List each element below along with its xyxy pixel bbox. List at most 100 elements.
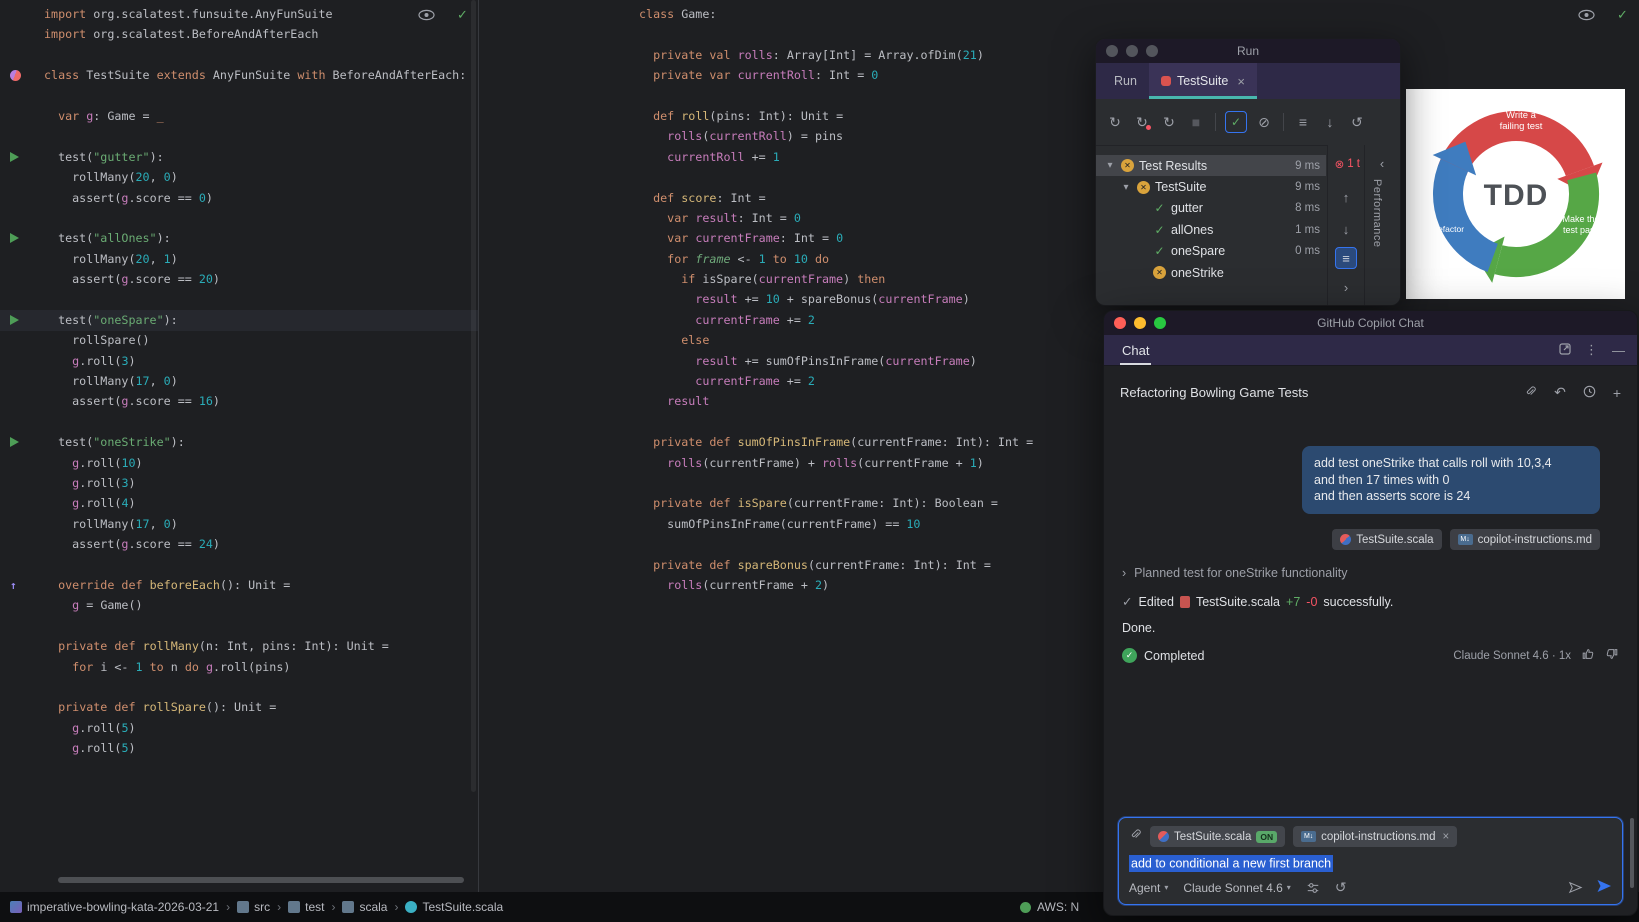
tab-chat[interactable]: Chat: [1120, 335, 1151, 365]
code-line[interactable]: assert(g.score == 16): [44, 391, 466, 411]
attach-icon[interactable]: [1524, 385, 1537, 401]
hide-window-icon[interactable]: —: [1612, 343, 1625, 358]
code-line[interactable]: if isSpare(currentFrame) then: [639, 269, 1033, 289]
context-chip[interactable]: TestSuite.scala: [1332, 529, 1442, 550]
run-test-icon[interactable]: [10, 233, 19, 244]
collapse-strip-icon[interactable]: ‹: [1372, 153, 1392, 173]
test-tree-row[interactable]: ✓ allOnes 1 ms: [1096, 219, 1326, 240]
maximize-window-icon[interactable]: [1154, 317, 1166, 329]
stop-icon[interactable]: ■: [1186, 112, 1206, 132]
input-context-chip[interactable]: M↓ copilot-instructions.md ×: [1293, 826, 1458, 847]
inspections-ok-icon[interactable]: ✓: [457, 7, 468, 23]
sort-tests-icon[interactable]: ≡: [1293, 112, 1313, 132]
code-line[interactable]: rolls(currentRoll) = pins: [639, 126, 1033, 146]
code-line[interactable]: def score: Int =: [639, 188, 1033, 208]
edited-file-row[interactable]: ✓ Edited TestSuite.scala +7 -0 successfu…: [1122, 594, 1393, 610]
forward-icon[interactable]: [1568, 880, 1583, 895]
code-line[interactable]: var currentFrame: Int = 0: [639, 228, 1033, 248]
model-selector[interactable]: Claude Sonnet 4.6 ▾: [1183, 881, 1290, 895]
remove-chip-icon[interactable]: ×: [1443, 831, 1450, 843]
request-history-icon[interactable]: ↺: [1335, 879, 1347, 896]
history-icon[interactable]: [1583, 385, 1596, 401]
context-chip[interactable]: M↓ copilot-instructions.md: [1449, 529, 1600, 550]
show-ignored-icon[interactable]: ⊘: [1254, 112, 1274, 132]
code-line[interactable]: result += sumOfPinsInFrame(currentFrame): [639, 351, 1033, 371]
code-line[interactable]: g.roll(10): [44, 453, 466, 473]
reader-mode-icon[interactable]: [1578, 9, 1595, 21]
more-options-icon[interactable]: ⋮: [1585, 342, 1598, 358]
code-line[interactable]: [639, 167, 1033, 187]
chat-scrollbar[interactable]: [1630, 818, 1634, 888]
run-test-icon[interactable]: [10, 315, 19, 325]
code-line[interactable]: currentFrame += 2: [639, 371, 1033, 391]
code-line[interactable]: [44, 126, 466, 146]
expand-strip-icon[interactable]: ›: [1336, 277, 1356, 297]
thumbs-up-icon[interactable]: [1581, 647, 1595, 664]
code-line[interactable]: [639, 412, 1033, 432]
show-passed-icon[interactable]: ✓: [1225, 111, 1247, 133]
code-line[interactable]: [639, 86, 1033, 106]
override-marker-icon[interactable]: ↑: [10, 580, 21, 591]
code-line[interactable]: private def isSpare(currentFrame: Int): …: [639, 493, 1033, 513]
code-line[interactable]: def roll(pins: Int): Unit =: [639, 106, 1033, 126]
code-line[interactable]: [44, 208, 466, 228]
editor-pane-testsuite[interactable]: ↑ import org.scalatest.funsuite.AnyFunSu…: [0, 0, 479, 892]
code-line[interactable]: test("gutter"):: [44, 147, 466, 167]
run-test-icon[interactable]: [10, 437, 19, 448]
code-line[interactable]: class TestSuite extends AnyFunSuite with…: [44, 65, 466, 85]
close-window-icon[interactable]: [1106, 45, 1118, 57]
code-line[interactable]: else: [639, 330, 1033, 350]
rerun-failed-tests-icon[interactable]: ↻: [1132, 112, 1152, 132]
run-test-icon[interactable]: [10, 151, 19, 162]
code-line[interactable]: [44, 616, 466, 636]
test-tree-row[interactable]: ▾ ✕ Test Results 9 ms: [1096, 155, 1326, 177]
open-in-editor-icon[interactable]: [1559, 342, 1571, 358]
close-window-icon[interactable]: [1114, 317, 1126, 329]
toggle-auto-test-icon[interactable]: ↻: [1159, 112, 1179, 132]
chat-window-titlebar[interactable]: GitHub Copilot Chat: [1104, 311, 1637, 335]
code-line[interactable]: private def rollSpare(): Unit =: [44, 697, 466, 717]
scroll-down-icon[interactable]: ↓: [1336, 219, 1356, 239]
code-line[interactable]: [44, 412, 466, 432]
test-tree-row[interactable]: ▾ ✕ TestSuite 9 ms: [1096, 176, 1326, 197]
code-line[interactable]: import org.scalatest.funsuite.AnyFunSuit…: [44, 4, 466, 24]
code-line[interactable]: class Game:: [639, 4, 1033, 24]
code-line[interactable]: rolls(currentFrame) + rolls(currentFrame…: [639, 453, 1033, 473]
breadcrumb-item[interactable]: scala: [342, 900, 387, 914]
code-line[interactable]: assert(g.score == 24): [44, 534, 466, 554]
code-line[interactable]: private val rolls: Array[Int] = Array.of…: [639, 45, 1033, 65]
code-area-testsuite[interactable]: import org.scalatest.funsuite.AnyFunSuit…: [44, 4, 466, 758]
test-history-icon[interactable]: ↺: [1347, 112, 1367, 132]
failed-tests-badge[interactable]: ⊗ 1 t: [1335, 157, 1360, 171]
status-right[interactable]: AWS: N: [1020, 900, 1079, 914]
code-line[interactable]: g.roll(4): [44, 493, 466, 513]
code-line[interactable]: result += 10 + spareBonus(currentFrame): [639, 289, 1033, 309]
breadcrumb-item[interactable]: imperative-bowling-kata-2026-03-21: [10, 900, 219, 914]
code-line[interactable]: var g: Game = _: [44, 106, 466, 126]
code-line[interactable]: [44, 555, 466, 575]
code-line[interactable]: import org.scalatest.BeforeAndAfterEach: [44, 24, 466, 44]
scroll-up-icon[interactable]: ↑: [1336, 187, 1356, 207]
performance-tab[interactable]: Performance: [1371, 179, 1383, 247]
code-line[interactable]: g = Game(): [44, 595, 466, 615]
code-line[interactable]: for frame <- 1 to 10 do: [639, 249, 1033, 269]
new-chat-icon[interactable]: +: [1613, 385, 1621, 401]
code-line[interactable]: rolls(currentFrame + 2): [639, 575, 1033, 595]
test-tree-row[interactable]: ✕ oneStrike: [1096, 262, 1326, 283]
reader-mode-icon[interactable]: [418, 9, 435, 21]
edited-file-name[interactable]: TestSuite.scala: [1196, 595, 1280, 609]
minimize-window-icon[interactable]: [1134, 317, 1146, 329]
code-line[interactable]: private def sumOfPinsInFrame(currentFram…: [639, 432, 1033, 452]
code-line[interactable]: g.roll(3): [44, 351, 466, 371]
run-tab-run[interactable]: Run: [1102, 63, 1149, 99]
code-line[interactable]: assert(g.score == 20): [44, 269, 466, 289]
code-line[interactable]: rollMany(17, 0): [44, 371, 466, 391]
thread-title[interactable]: Refactoring Bowling Game Tests: [1120, 385, 1308, 400]
code-line[interactable]: var result: Int = 0: [639, 208, 1033, 228]
chat-input-field[interactable]: add to conditional a new first branch: [1129, 854, 1334, 872]
breadcrumb-item[interactable]: TestSuite.scala: [405, 900, 503, 914]
code-line[interactable]: test("oneStrike"):: [44, 432, 466, 452]
code-line[interactable]: override def beforeEach(): Unit =: [44, 575, 466, 595]
attach-context-icon[interactable]: [1129, 828, 1142, 846]
tools-icon[interactable]: [1306, 881, 1320, 895]
